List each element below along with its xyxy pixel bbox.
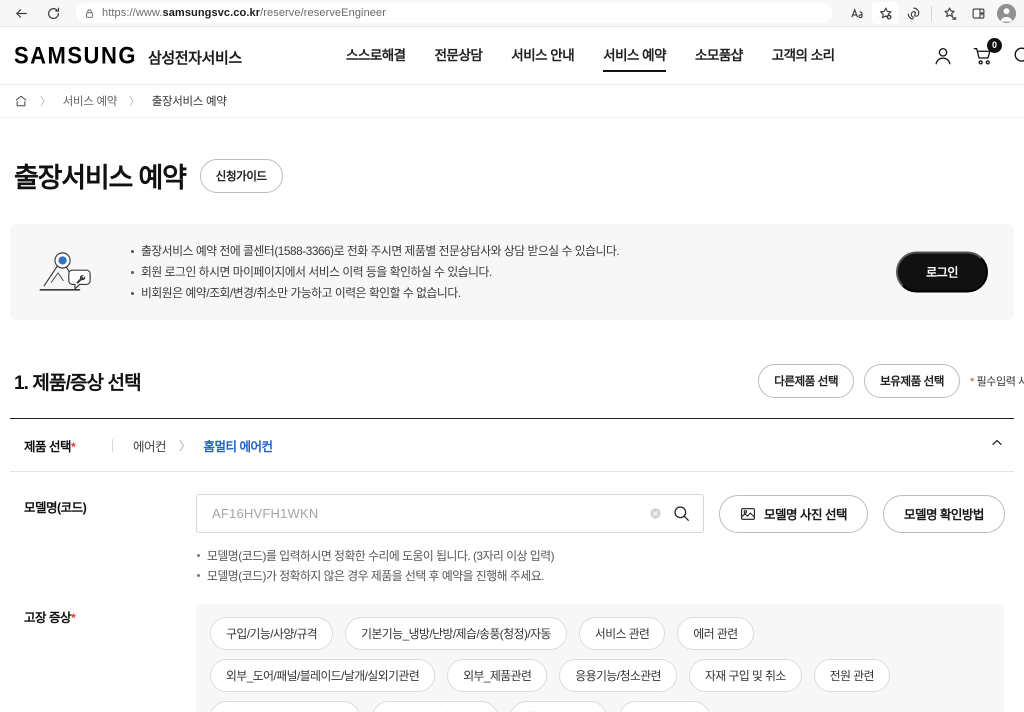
model-hint-2: 모델명(코드)가 정확하지 않은 경우 제품을 선택 후 예약을 진행해 주세요… <box>196 566 1014 586</box>
model-hint-list: 모델명(코드)를 입력하시면 정확한 수리에 도움이 됩니다. (3자리 이상 … <box>196 546 1014 586</box>
product-selected[interactable]: 홈멀티 에어컨 <box>204 436 273 455</box>
symptom-chip[interactable]: 증상_성에/이슬/가스 누설 <box>210 701 360 712</box>
favorites-icon[interactable] <box>937 2 963 24</box>
section-1-actions: 다른제품 선택 보유제품 선택 * 필수입력 사항 <box>758 364 1024 398</box>
login-button[interactable]: 로그인 <box>896 251 988 293</box>
site-logo[interactable]: SAMSUNG 삼성전자서비스 <box>14 41 242 69</box>
label-divider <box>112 439 113 452</box>
cart-count-badge: 0 <box>987 37 1002 53</box>
map-location-service-icon <box>32 247 102 297</box>
notice-box: 출장서비스 예약 전에 콜센터(1588-3366)로 전화 주시면 제품별 전… <box>10 224 1014 320</box>
site-header: SAMSUNG 삼성전자서비스 스스로해결 전문상담 서비스 안내 서비스 예약… <box>0 27 1024 85</box>
browser-toolbar: https://www.samsungsvc.co.kr/reserve/res… <box>0 0 1024 27</box>
model-howto-button[interactable]: 모델명 확인방법 <box>882 494 1005 533</box>
breadcrumb: 〉 서비스 예약 〉 출장서비스 예약 <box>0 85 1024 118</box>
model-hint-1: 모델명(코드)를 입력하시면 정확한 수리에 도움이 됩니다. (3자리 이상 … <box>196 546 1014 566</box>
product-select-label: 제품 선택* <box>24 440 76 454</box>
symptom-chip[interactable]: 외부_제품관련 <box>447 659 548 692</box>
breadcrumb-separator-2: 〉 <box>129 96 140 108</box>
product-path-separator: 〉 <box>179 439 191 453</box>
model-code-row: 모델명(코드) 모델명 사진 선택 모델명 확인방법 <box>10 472 1014 533</box>
samsung-wordmark: SAMSUNG <box>14 41 137 69</box>
home-icon[interactable] <box>14 94 28 108</box>
required-field-note: * 필수입력 사항 <box>970 373 1024 389</box>
browser-tool-icons <box>844 2 1016 24</box>
model-search-icon[interactable] <box>672 504 691 523</box>
url-text: https://www.samsungsvc.co.kr/reserve/res… <box>102 7 386 19</box>
notice-bullet-2: 회원 로그인 하시면 마이페이지에서 서비스 이력 등을 확인하실 수 있습니다… <box>130 262 619 283</box>
required-note-text: 필수입력 사항 <box>976 376 1024 388</box>
model-photo-select-label: 모델명 사진 선택 <box>764 508 847 522</box>
symptom-chip[interactable]: 외부_도어/패널/블레이드/날개/실외기관련 <box>210 659 436 692</box>
application-guide-button[interactable]: 신청가이드 <box>199 158 283 193</box>
symptom-chip-group: 구입/기능/사양/규격 기본기능_냉방/난방/제습/송풍(청정)/자동 서비스 … <box>196 604 1004 712</box>
search-icon[interactable] <box>1012 45 1024 67</box>
service-name: 삼성전자서비스 <box>147 49 242 67</box>
symptom-chip[interactable]: 서비스 관련 <box>578 617 666 650</box>
symptom-chip[interactable]: 증상_소음/냄새/누수 <box>371 701 499 712</box>
header-icons: 0 <box>932 37 1024 67</box>
required-asterisk: * <box>70 611 76 625</box>
toolbar-divider <box>931 5 932 21</box>
nav-item-self-help[interactable]: 스스로해결 <box>346 44 406 68</box>
model-code-label: 모델명(코드) <box>24 501 87 515</box>
image-icon <box>740 506 756 522</box>
user-account-icon[interactable] <box>932 45 954 67</box>
page-header: 출장서비스 예약 신청가이드 <box>0 118 1024 195</box>
section-1-header: 1. 제품/증상 선택 다른제품 선택 보유제품 선택 * 필수입력 사항 <box>14 364 1024 398</box>
nav-item-service-reservation[interactable]: 서비스 예약 <box>603 44 667 72</box>
nav-item-customer-voice[interactable]: 고객의 소리 <box>772 44 835 68</box>
split-screen-icon[interactable] <box>965 2 991 24</box>
model-code-input-wrapper[interactable] <box>196 494 704 533</box>
symptom-chip[interactable]: 에러 관련 <box>677 617 754 650</box>
product-select-row: 제품 선택* 에어컨 〉 홈멀티 에어컨 <box>10 419 1014 472</box>
owned-product-select-button[interactable]: 보유제품 선택 <box>864 364 960 398</box>
other-product-select-button[interactable]: 다른제품 선택 <box>758 364 855 398</box>
cart-icon[interactable]: 0 <box>972 37 1002 67</box>
model-photo-select-button[interactable]: 모델명 사진 선택 <box>719 494 868 533</box>
symptom-chip[interactable]: B/S대상모델 <box>619 701 711 712</box>
model-code-input[interactable] <box>212 506 649 521</box>
symptom-chip[interactable]: 응용기능/청소관련 <box>559 659 677 692</box>
model-howto-label: 모델명 확인방법 <box>903 508 984 522</box>
notice-bullet-1: 출장서비스 예약 전에 콜센터(1588-3366)로 전화 주시면 제품별 전… <box>130 241 620 262</box>
symptom-chip[interactable]: 구입/기능/사양/규격 <box>210 617 334 650</box>
model-field-group: 모델명 사진 선택 모델명 확인방법 <box>196 494 1005 533</box>
back-arrow-icon[interactable] <box>8 2 34 24</box>
breadcrumb-item-service-reservation[interactable]: 서비스 예약 <box>63 93 118 109</box>
product-category-path: 에어컨 〉 홈멀티 에어컨 <box>133 436 273 455</box>
address-bar[interactable]: https://www.samsungsvc.co.kr/reserve/res… <box>76 3 832 23</box>
required-asterisk: * <box>70 440 76 454</box>
page-title: 출장서비스 예약 <box>14 163 187 193</box>
product-selection-panel: 제품 선택* 에어컨 〉 홈멀티 에어컨 모델명(코드) AF16HVFH1WK… <box>10 418 1014 712</box>
reload-icon[interactable] <box>40 2 66 24</box>
lock-icon <box>84 8 95 19</box>
symptom-label: 고장 증상* <box>24 611 76 625</box>
required-asterisk: * <box>970 376 974 388</box>
breadcrumb-separator-1: 〉 <box>40 96 51 108</box>
section-1-title: 1. 제품/증상 선택 <box>14 372 142 394</box>
read-aloud-icon[interactable] <box>844 2 870 24</box>
symptom-chip[interactable]: 철거/설치관련 <box>510 701 608 712</box>
symptom-row: 고장 증상* 구입/기능/사양/규격 기본기능_냉방/난방/제습/송풍(청정)/… <box>10 586 1014 712</box>
profile-avatar[interactable] <box>997 3 1016 23</box>
main-nav: 스스로해결 전문상담 서비스 안내 서비스 예약 소모품샵 고객의 소리 <box>346 27 835 84</box>
browser-essentials-icon[interactable] <box>900 2 926 24</box>
nav-item-expert-consult[interactable]: 전문상담 <box>435 44 483 68</box>
symptom-chip[interactable]: 자재 구입 및 취소 <box>688 659 802 692</box>
chevron-up-icon[interactable] <box>990 436 1004 455</box>
clear-circle-icon[interactable] <box>649 507 662 520</box>
collections-add-icon[interactable] <box>872 2 898 24</box>
symptom-chip[interactable]: 기본기능_냉방/난방/제습/송풍(청정)/자동 <box>345 617 567 650</box>
notice-bullet-3: 비회원은 예약/조회/변경/취소만 가능하고 이력은 확인할 수 없습니다. <box>130 283 619 304</box>
nav-item-supplies-shop[interactable]: 소모품샵 <box>695 44 743 68</box>
breadcrumb-item-current: 출장서비스 예약 <box>151 96 227 108</box>
product-category[interactable]: 에어컨 <box>133 436 167 455</box>
symptom-chip[interactable]: 전원 관련 <box>813 659 890 692</box>
nav-item-service-info[interactable]: 서비스 안내 <box>511 44 574 68</box>
notice-bullet-list: 출장서비스 예약 전에 콜센터(1588-3366)로 전화 주시면 제품별 전… <box>130 241 620 304</box>
